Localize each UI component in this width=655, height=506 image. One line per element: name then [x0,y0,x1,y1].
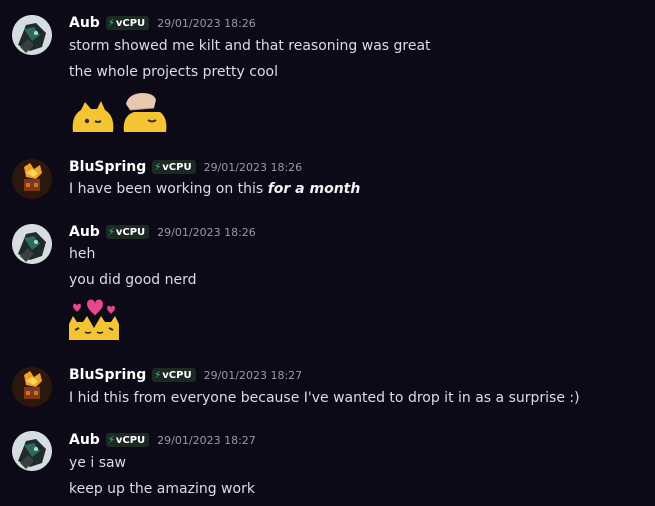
aub-avatar-icon [12,15,52,55]
bot-badge: ⚡ vCPU [152,160,196,174]
badge-label: vCPU [162,161,192,173]
bluspring-avatar-icon [12,367,52,407]
avatar[interactable] [12,159,52,199]
badge-label: vCPU [162,369,192,381]
avatar[interactable] [12,367,52,407]
timestamp[interactable]: 29/01/2023 18:27 [204,369,303,382]
avatar[interactable] [12,15,52,55]
badge-label: vCPU [115,17,146,29]
bolt-icon: ⚡ [154,161,162,173]
badge-label: vCPU [115,226,146,238]
username[interactable]: Aub [69,224,100,240]
badge-label: vCPU [115,434,146,446]
username[interactable]: Aub [69,15,100,31]
kissing-cats-hearts-emoji[interactable] [67,294,121,346]
bot-badge: ⚡ vCPU [105,225,150,239]
avatar[interactable] [12,431,52,471]
hand-petting-blob-emoji[interactable] [120,90,170,138]
avatar[interactable] [12,224,52,264]
yellow-blob-cat-emoji[interactable] [69,96,117,140]
message-text-emphasis: for a month [267,181,361,197]
message-text: heh [69,246,96,262]
bluspring-avatar-icon [12,159,52,199]
username[interactable]: BluSpring [69,367,146,383]
message-text: I hid this from everyone because I've wa… [69,390,580,406]
username[interactable]: Aub [69,432,100,448]
bolt-icon: ⚡ [107,434,115,446]
bot-badge: ⚡ vCPU [105,433,150,447]
message-text: keep up the amazing work [69,481,255,497]
message-text: storm showed me kilt and that reasoning … [69,38,431,54]
bolt-icon: ⚡ [154,369,162,381]
username[interactable]: BluSpring [69,159,146,175]
bot-badge: ⚡ vCPU [105,16,150,30]
message-text: the whole projects pretty cool [69,64,278,80]
bolt-icon: ⚡ [107,226,115,238]
aub-avatar-icon [12,224,52,264]
message-text: ye i saw [69,455,127,471]
aub-avatar-icon [12,431,52,471]
message-text-plain: I have been working on this [69,181,268,197]
bot-badge: ⚡ vCPU [152,368,196,382]
timestamp[interactable]: 29/01/2023 18:27 [157,434,256,447]
message-text: you did good nerd [69,272,197,288]
timestamp[interactable]: 29/01/2023 18:26 [157,17,256,30]
message-text: I have been working on this for a month [69,180,360,198]
bolt-icon: ⚡ [107,17,115,29]
timestamp[interactable]: 29/01/2023 18:26 [157,226,256,239]
timestamp[interactable]: 29/01/2023 18:26 [204,161,303,174]
